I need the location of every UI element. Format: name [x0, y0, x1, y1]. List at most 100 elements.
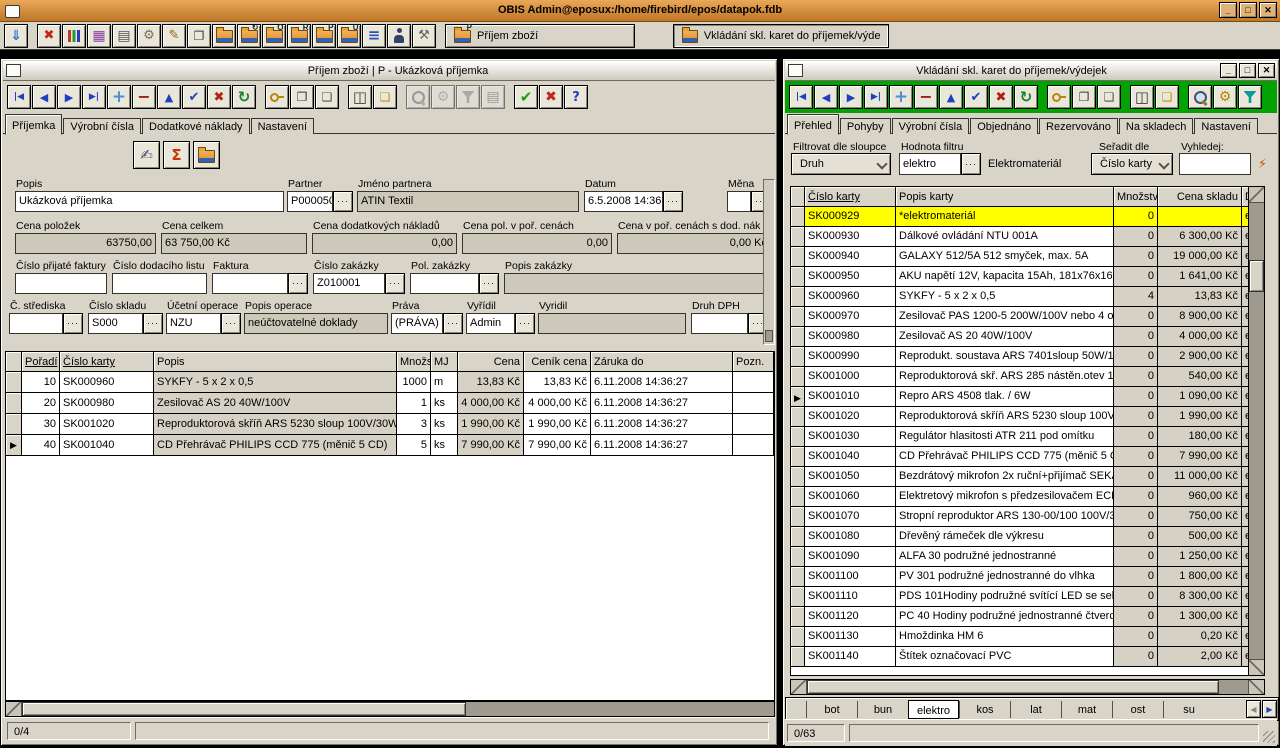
column-header-pozn[interactable]: Pozn.: [733, 352, 774, 371]
close-button[interactable]: ✕: [1259, 2, 1277, 18]
vscroll-bottom-end[interactable]: [1249, 659, 1264, 675]
folder-o-button[interactable]: [262, 24, 286, 48]
help-button[interactable]: ?: [564, 85, 588, 109]
add-button[interactable]: +: [107, 85, 131, 109]
row-selector[interactable]: [791, 427, 805, 446]
faktura-browse-button[interactable]: ···: [288, 273, 308, 294]
row-selector[interactable]: [791, 507, 805, 526]
bottom-tabs-scroll-left-button[interactable]: ◀: [1246, 700, 1261, 718]
accept-button[interactable]: ✔: [514, 85, 538, 109]
row-selector[interactable]: [791, 307, 805, 326]
sort-select[interactable]: Číslo karty: [1091, 153, 1173, 175]
badge-button[interactable]: ❏: [373, 85, 397, 109]
exit-button[interactable]: ⇓: [4, 24, 28, 48]
bottom-tabs-scroll-right-button[interactable]: ▶: [1262, 700, 1277, 718]
stock-cards-vscrollbar[interactable]: [1248, 187, 1264, 675]
bottom-tab-elektro[interactable]: elektro: [908, 700, 959, 719]
key-button[interactable]: [265, 85, 289, 109]
prev-button[interactable]: ◀: [814, 85, 838, 109]
search-button[interactable]: [1188, 85, 1212, 109]
search-input[interactable]: [1179, 153, 1251, 175]
row-selector[interactable]: [791, 527, 805, 546]
row-selector[interactable]: [791, 327, 805, 346]
filter-value-browse-button[interactable]: ···: [961, 153, 981, 175]
table-row[interactable]: SK001090ALFA 30 podružné jednostranné01 …: [791, 547, 1264, 567]
column-header-mj[interactable]: MJ: [431, 352, 458, 371]
ucetni-operace-browse-button[interactable]: ···: [221, 313, 241, 334]
book-button[interactable]: ◫: [348, 85, 372, 109]
last-button[interactable]: ▶|: [82, 85, 106, 109]
table-row[interactable]: SK001120PC 40 Hodiny podružné jednostran…: [791, 607, 1264, 627]
hscroll-right-end[interactable]: [1248, 680, 1264, 694]
row-selector-marker[interactable]: ▶: [791, 387, 805, 406]
chart-button[interactable]: [62, 24, 86, 48]
table-row[interactable]: SK000940GALAXY 512/5A 512 smyček, max. 5…: [791, 247, 1264, 267]
add-button[interactable]: +: [889, 85, 913, 109]
datum-browse-button[interactable]: ···: [663, 191, 683, 212]
cislo-zakazky-value[interactable]: Z010001: [313, 273, 385, 294]
tab-nastaveni[interactable]: Nastavení: [1194, 118, 1258, 134]
column-header-popis[interactable]: Popis: [154, 352, 397, 371]
tab-vyrobni-cisla[interactable]: Výrobní čísla: [63, 118, 141, 134]
c-strediska-browse-button[interactable]: ···: [63, 313, 83, 334]
row-selector[interactable]: [791, 607, 805, 626]
window-menu-icon[interactable]: [6, 64, 21, 77]
row-selector[interactable]: [791, 647, 805, 666]
row-selector[interactable]: [791, 467, 805, 486]
bottom-tab-bun[interactable]: bun: [857, 701, 908, 718]
cancel-button[interactable]: ✖: [207, 85, 231, 109]
resize-grip[interactable]: [1263, 731, 1275, 743]
wrench-button[interactable]: ⚙: [137, 24, 161, 48]
row-selector[interactable]: [791, 547, 805, 566]
tab-pohyby[interactable]: Pohyby: [840, 118, 891, 134]
row-selector[interactable]: [6, 414, 22, 434]
table-row[interactable]: SK001080Dřevěný rámeček dle výkresu0500,…: [791, 527, 1264, 547]
table-row[interactable]: SK001140Štítek označovací PVC02,00 Kčele…: [791, 647, 1264, 667]
sum-button[interactable]: Σ: [163, 141, 190, 169]
gear-button[interactable]: ⚙: [1213, 85, 1237, 109]
column-header-mnozstvi[interactable]: Množství: [397, 352, 431, 371]
column-header-cenik-cena[interactable]: Ceník cena: [524, 352, 591, 371]
table-row[interactable]: SK001000Reproduktorová skř. ARS 285 nást…: [791, 367, 1264, 387]
row-selector[interactable]: [791, 267, 805, 286]
row-selector[interactable]: [791, 447, 805, 466]
copy-button[interactable]: ❐: [290, 85, 314, 109]
hscroll-thumb[interactable]: [22, 702, 466, 716]
filter-column-select[interactable]: Druh: [791, 153, 891, 175]
column-header-cislo-karty[interactable]: Číslo karty: [805, 187, 896, 206]
notes-button[interactable]: ✎: [162, 24, 186, 48]
table-row[interactable]: SK001130Hmoždinka HM 600,20 Kčelektro: [791, 627, 1264, 647]
maximize-button[interactable]: □: [1239, 2, 1257, 18]
table-row[interactable]: SK000950AKU napětí 12V, kapacita 15Ah, 1…: [791, 267, 1264, 287]
table-row[interactable]: SK001030Regulátor hlasitosti ATR 211 pod…: [791, 427, 1264, 447]
paste-button[interactable]: ❏: [1097, 85, 1121, 109]
book-button[interactable]: ◫: [1130, 85, 1154, 109]
table-row[interactable]: SK001070Stropní reproduktor ARS 130-00/1…: [791, 507, 1264, 527]
partner-value[interactable]: P0000500: [287, 191, 333, 212]
calc-button[interactable]: ▦: [87, 24, 111, 48]
filter-button[interactable]: [456, 85, 480, 109]
row-selector[interactable]: [791, 247, 805, 266]
minimize-button[interactable]: _: [1220, 63, 1237, 78]
tab-rezervovano[interactable]: Rezervováno: [1039, 118, 1118, 134]
column-header-zaruka-do[interactable]: Záruka do: [591, 352, 733, 371]
tab-prehled[interactable]: Přehled: [787, 114, 839, 135]
table-row[interactable]: SK000929*elektromateriál0elektro: [791, 207, 1264, 227]
popis-value[interactable]: Ukázková příjemka: [15, 191, 284, 212]
table-row[interactable]: SK000930Dálkové ovládání NTU 001A06 300,…: [791, 227, 1264, 247]
close-button[interactable]: ✕: [1258, 63, 1275, 78]
taskbar-button-vkladani-skl-karet-do-prijemek-vydejek[interactable]: Vkládání skl. karet do příjemek/výdejek: [673, 24, 889, 48]
bottom-tab-kos[interactable]: kos: [959, 701, 1010, 718]
tools-button[interactable]: ⚒: [412, 24, 436, 48]
faktura-value[interactable]: [212, 273, 288, 294]
person-button[interactable]: [387, 24, 411, 48]
folder-r-button[interactable]: [287, 24, 311, 48]
abacus-button[interactable]: ≡: [362, 24, 386, 48]
up-button[interactable]: ▲: [157, 85, 181, 109]
table-row[interactable]: SK000990Reprodukt. soustava ARS 7401slou…: [791, 347, 1264, 367]
next-button[interactable]: ▶: [57, 85, 81, 109]
tab-objednano[interactable]: Objednáno: [970, 118, 1038, 134]
column-header-cena-skladu[interactable]: Cena skladu: [1158, 187, 1242, 206]
last-button[interactable]: ▶|: [864, 85, 888, 109]
cislo-prijate-faktury-value[interactable]: [15, 273, 107, 294]
